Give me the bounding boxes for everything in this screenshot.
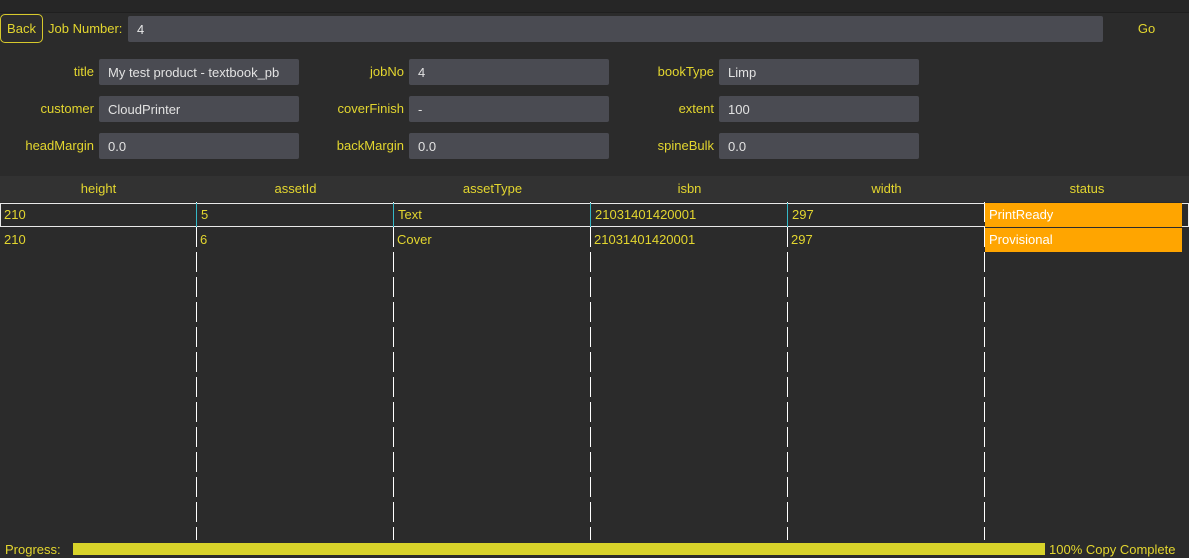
table-body <box>0 202 1189 540</box>
job-number-label: Job Number: <box>48 21 123 36</box>
back-button[interactable]: Back <box>0 14 43 43</box>
column-divider <box>196 202 197 540</box>
table-header: height assetId assetType isbn width stat… <box>0 176 1189 202</box>
window-top-strip <box>0 0 1189 13</box>
column-header-isbn[interactable]: isbn <box>591 176 788 202</box>
coverfinish-field[interactable] <box>409 96 609 122</box>
job-lookup-bar: Back Job Number: Go <box>0 13 1189 43</box>
progress-bar <box>73 543 1045 555</box>
column-divider <box>393 202 394 540</box>
cell-assetid: 5 <box>196 203 393 227</box>
booktype-field[interactable] <box>719 59 919 85</box>
column-header-assettype[interactable]: assetType <box>394 176 591 202</box>
cell-width: 297 <box>791 232 813 247</box>
job-details-form: title jobNo bookType customer coverFinis… <box>0 52 1189 172</box>
headmargin-field[interactable] <box>99 133 299 159</box>
assets-table: height assetId assetType isbn width stat… <box>0 176 1189 540</box>
column-divider <box>787 202 788 540</box>
cell-height: 210 <box>4 232 26 247</box>
table-row[interactable]: 210 5 Text 21031401420001 297 PrintReady <box>0 203 1189 227</box>
extent-label: extent <box>678 101 714 116</box>
backmargin-label: backMargin <box>336 138 404 153</box>
customer-field[interactable] <box>99 96 299 122</box>
go-button[interactable]: Go <box>1104 16 1189 42</box>
backmargin-field[interactable] <box>409 133 609 159</box>
spinebulk-label: spineBulk <box>657 138 714 153</box>
cell-isbn: 21031401420001 <box>594 232 696 247</box>
headmargin-label: headMargin <box>25 138 94 153</box>
progress-fill <box>73 543 1045 555</box>
progress-label: Progress: <box>5 542 61 557</box>
cell-assettype: Text <box>393 203 590 227</box>
cell-status: PrintReady <box>985 203 1182 227</box>
column-header-assetid[interactable]: assetId <box>197 176 394 202</box>
table-row[interactable]: 210 6 Cover 21031401420001 297 Provision… <box>0 228 1189 252</box>
cell-height: 210 <box>4 207 26 222</box>
status-bar: Progress: 100% Copy Complete <box>0 540 1189 558</box>
column-header-height[interactable]: height <box>0 176 197 202</box>
cell-assetid: 6 <box>200 232 208 247</box>
booktype-label: bookType <box>657 64 714 79</box>
job-number-input[interactable] <box>128 16 1103 42</box>
cell-status: Provisional <box>985 228 1182 252</box>
column-header-status[interactable]: status <box>985 176 1189 202</box>
progress-percent: 100% <box>1049 542 1083 557</box>
extent-field[interactable] <box>719 96 919 122</box>
jobno-field[interactable] <box>409 59 609 85</box>
column-divider <box>984 202 985 540</box>
title-label: title <box>73 64 94 79</box>
cell-isbn: 21031401420001 <box>590 203 787 227</box>
title-field[interactable] <box>99 59 299 85</box>
progress-message: Copy Complete <box>1085 542 1176 557</box>
customer-label: customer <box>40 101 94 116</box>
cell-assettype: Cover <box>397 232 432 247</box>
jobno-label: jobNo <box>370 64 404 79</box>
cell-width: 297 <box>787 203 984 227</box>
column-header-width[interactable]: width <box>788 176 985 202</box>
spinebulk-field[interactable] <box>719 133 919 159</box>
column-divider <box>590 202 591 540</box>
progress-status-text: 100% Copy Complete <box>1049 542 1175 557</box>
coverfinish-label: coverFinish <box>337 101 404 116</box>
